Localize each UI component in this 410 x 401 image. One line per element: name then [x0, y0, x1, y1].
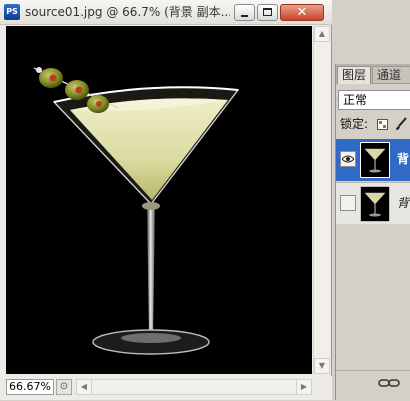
brush-icon[interactable] [393, 116, 409, 132]
resize-grip[interactable] [313, 379, 329, 395]
photoshop-icon: PS [4, 4, 20, 20]
layer-name[interactable]: 背 [397, 195, 409, 211]
tab-layers[interactable]: 图层 [337, 66, 371, 84]
scroll-right-icon[interactable]: ▶ [296, 379, 312, 395]
layer-thumbnail [360, 186, 390, 222]
minimize-button[interactable] [234, 4, 255, 21]
navigator-icon[interactable]: ⊙ [56, 379, 72, 395]
visibility-toggle[interactable] [340, 151, 356, 167]
maximize-button[interactable] [257, 4, 278, 21]
panel-tabs: 图层 通道 [336, 64, 410, 84]
zoom-field[interactable]: 66.67% [6, 379, 54, 395]
scroll-up-icon[interactable]: ▲ [314, 26, 330, 42]
title-bar[interactable]: PS source01.jpg @ 66.7% (背景 副本... ✕ [0, 0, 332, 25]
martini-image [33, 67, 240, 355]
visibility-toggle[interactable] [340, 195, 356, 211]
tab-channels[interactable]: 通道 [372, 66, 410, 84]
close-icon: ✕ [296, 5, 308, 20]
lock-transparency-icon[interactable] [377, 119, 388, 130]
lock-label: 锁定: [340, 117, 369, 131]
horizontal-scrollbar[interactable]: ◀ ▶ [76, 379, 312, 395]
layer-row-background-copy[interactable]: 背 [336, 139, 410, 181]
image-canvas[interactable] [6, 26, 312, 374]
blend-mode-select[interactable]: 正常 [338, 90, 410, 110]
layer-name[interactable]: 背 [397, 151, 409, 167]
scroll-down-icon[interactable]: ▼ [314, 358, 330, 374]
layer-row-background[interactable]: 背 [336, 182, 410, 224]
window-title: source01.jpg @ 66.7% (背景 副本... [25, 5, 230, 19]
document-window: PS source01.jpg @ 66.7% (背景 副本... ✕ ▲ ▼ … [0, 0, 332, 400]
status-bar: 66.67% ⊙ ◀ ▶ [0, 376, 332, 400]
eye-icon [342, 155, 354, 163]
panel-footer [336, 370, 410, 401]
layer-thumbnail [360, 142, 390, 178]
link-icon[interactable] [378, 377, 400, 389]
vertical-scrollbar[interactable]: ▲ ▼ [313, 26, 330, 374]
layers-panel: 图层 通道 正常 锁定: 背 背 [335, 64, 410, 401]
scroll-left-icon[interactable]: ◀ [76, 379, 92, 395]
close-button[interactable]: ✕ [280, 4, 324, 21]
